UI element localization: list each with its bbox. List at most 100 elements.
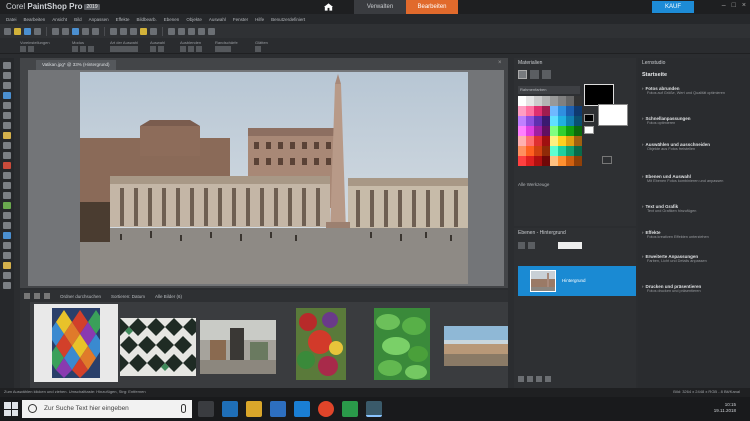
- hide-button[interactable]: [188, 46, 194, 52]
- store-icon[interactable]: [270, 401, 286, 417]
- color-swatch[interactable]: [550, 96, 558, 106]
- taskbar-search-box[interactable]: Zur Suche Text hier eingeben: [22, 400, 192, 418]
- thumbnail-item[interactable]: [34, 304, 118, 382]
- color-swatch[interactable]: [558, 156, 566, 166]
- color-swatch[interactable]: [574, 116, 582, 126]
- crop-icon[interactable]: [110, 27, 117, 35]
- color-swatch[interactable]: [566, 136, 574, 146]
- color-swatch[interactable]: [574, 156, 582, 166]
- color-swatch[interactable]: [534, 116, 542, 126]
- color-swatch[interactable]: [526, 96, 534, 106]
- clone-tool-icon[interactable]: [3, 142, 11, 149]
- fit-icon[interactable]: [188, 27, 195, 35]
- color-swatch[interactable]: [550, 136, 558, 146]
- color-swatch[interactable]: [518, 136, 526, 146]
- dropper-tool-icon[interactable]: [3, 102, 11, 109]
- color-swatch[interactable]: [526, 126, 534, 136]
- redo-icon[interactable]: [62, 27, 69, 35]
- tab-manage[interactable]: Verwalten: [354, 0, 406, 14]
- learning-item[interactable]: Fotos abrunden Fotos auf Größe, Wert und…: [642, 86, 748, 96]
- lighten-darken-icon[interactable]: [3, 182, 11, 189]
- learning-item[interactable]: Schnellanpassungen Fotos optimieren: [642, 116, 748, 126]
- pan-tool-icon[interactable]: [3, 62, 11, 69]
- color-swatch[interactable]: [542, 146, 550, 156]
- copy-icon[interactable]: [82, 27, 89, 35]
- palette-dropdown[interactable]: Rahmenfarben: [518, 86, 580, 94]
- color-swatch[interactable]: [558, 96, 566, 106]
- lock-icon[interactable]: [528, 241, 535, 249]
- shape-tool-icon[interactable]: [3, 242, 11, 249]
- mesh-warp-icon[interactable]: [3, 272, 11, 279]
- learning-item[interactable]: Erweiterte Anpassungen Farben, Licht und…: [642, 254, 748, 264]
- zoom-tool-icon[interactable]: [3, 72, 11, 79]
- mail-icon[interactable]: [294, 401, 310, 417]
- mode-button[interactable]: [88, 46, 94, 52]
- delete-layer-icon[interactable]: [545, 376, 551, 382]
- organizer-folder-icon[interactable]: [44, 293, 50, 299]
- mask-icon[interactable]: [536, 376, 542, 382]
- color-swatch[interactable]: [526, 146, 534, 156]
- color-swatch[interactable]: [558, 136, 566, 146]
- learning-item[interactable]: Auswählen und ausschneiden Objekte aus F…: [642, 142, 748, 152]
- close-icon[interactable]: ×: [742, 2, 746, 9]
- color-palette-grid[interactable]: [518, 96, 582, 166]
- color-swatch[interactable]: [542, 106, 550, 116]
- color-swatch[interactable]: [566, 126, 574, 136]
- foreground-color-swatch[interactable]: [584, 84, 614, 106]
- color-swatch[interactable]: [534, 106, 542, 116]
- swatch-tab-icon[interactable]: [518, 70, 527, 79]
- color-swatch[interactable]: [558, 126, 566, 136]
- color-swatch[interactable]: [542, 126, 550, 136]
- learning-item[interactable]: Drucken und präsentieren Fotos drucken u…: [642, 284, 748, 294]
- color-swatch[interactable]: [574, 106, 582, 116]
- learning-item[interactable]: Ebenen und Auswahl Mit Ebenen Fotos komb…: [642, 174, 748, 184]
- color-swatch[interactable]: [574, 96, 582, 106]
- close-document-icon[interactable]: ×: [498, 60, 502, 66]
- straighten-tool-icon[interactable]: [3, 122, 11, 129]
- color-swatch[interactable]: [518, 156, 526, 166]
- hide-button[interactable]: [180, 46, 186, 52]
- color-swatch[interactable]: [574, 136, 582, 146]
- buy-button[interactable]: KAUF: [652, 1, 694, 13]
- color-changer-icon[interactable]: [3, 212, 11, 219]
- zoom-icon[interactable]: [178, 27, 185, 35]
- mode-button[interactable]: [72, 46, 78, 52]
- color-swatch[interactable]: [566, 156, 574, 166]
- maximize-icon[interactable]: □: [732, 2, 736, 9]
- learning-item[interactable]: Text und Grafik Text und Grafiken hinzuf…: [642, 204, 748, 214]
- color-swatch[interactable]: [542, 156, 550, 166]
- color-swatch[interactable]: [518, 106, 526, 116]
- menu-item[interactable]: Effekte: [116, 17, 130, 22]
- organizer-grid-icon[interactable]: [24, 293, 30, 299]
- new-file-icon[interactable]: [4, 27, 11, 35]
- paintshop-taskbar-icon[interactable]: [366, 401, 382, 417]
- task-view-icon[interactable]: [198, 401, 214, 417]
- thumbnail-item[interactable]: [120, 318, 196, 376]
- redeye-tool-icon[interactable]: [3, 132, 11, 139]
- text-tool-icon[interactable]: [3, 232, 11, 239]
- background-color-swatch[interactable]: [598, 104, 628, 126]
- paint-brush-icon[interactable]: [3, 162, 11, 169]
- color-swatch[interactable]: [550, 146, 558, 156]
- swap-colors-icon[interactable]: [602, 156, 612, 164]
- color-swatch[interactable]: [526, 136, 534, 146]
- color-swatch[interactable]: [550, 116, 558, 126]
- learning-start[interactable]: Startseite: [642, 72, 667, 78]
- color-swatch[interactable]: [534, 146, 542, 156]
- crop-tool-icon[interactable]: [3, 112, 11, 119]
- menu-item[interactable]: Fenster: [233, 17, 248, 22]
- color-swatch[interactable]: [518, 96, 526, 106]
- windows-start-icon[interactable]: [4, 402, 18, 416]
- mode-button[interactable]: [80, 46, 86, 52]
- organizer-filter-label[interactable]: Alle Bilder (6): [155, 294, 182, 299]
- organizer-browse-label[interactable]: Ordner durchsuchen: [60, 294, 101, 299]
- palette-toggle-icon[interactable]: [198, 27, 205, 35]
- warp-brush-icon[interactable]: [3, 262, 11, 269]
- gradient-tab-icon[interactable]: [542, 70, 551, 79]
- hide-button[interactable]: [196, 46, 202, 52]
- color-swatch[interactable]: [526, 106, 534, 116]
- thumbnail-item[interactable]: [200, 320, 276, 374]
- menu-item[interactable]: Anpassen: [89, 17, 109, 22]
- chrome-icon[interactable]: [318, 401, 334, 417]
- minimize-icon[interactable]: –: [722, 2, 726, 9]
